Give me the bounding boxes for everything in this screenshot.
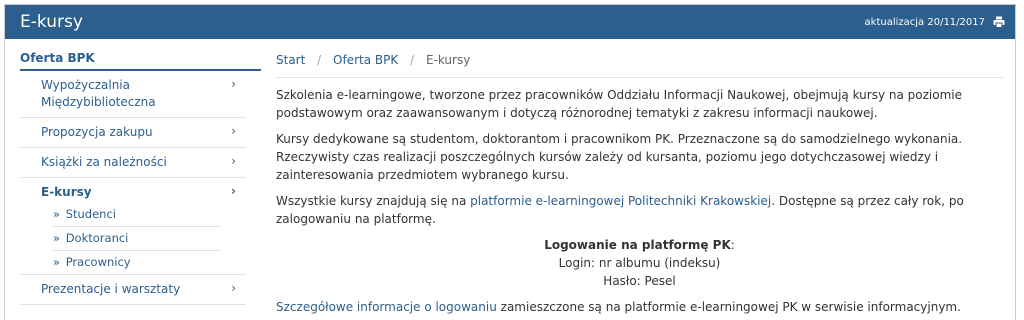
chevron-right-icon: › — [231, 77, 236, 91]
breadcrumb-separator: / — [410, 53, 415, 67]
breadcrumb: Start / Oferta BPK / E-kursy — [276, 48, 1003, 78]
main-content: Start / Oferta BPK / E-kursy Szkolenia e… — [261, 39, 1015, 320]
sidebar-item-label: E-kursy — [41, 185, 92, 199]
chevron-right-icon: › — [231, 124, 236, 138]
sidebar-item-prezentacje[interactable]: Prezentacje i warsztaty › — [20, 274, 246, 305]
page-title: E-kursy — [20, 12, 83, 32]
breadcrumb-oferta[interactable]: Oferta BPK — [333, 53, 398, 67]
platform-text-before: Wszystkie kursy znajdują się na — [276, 194, 471, 208]
subnav-item-label: Doktoranci — [65, 231, 129, 245]
sidebar-item-label: Książki za należności — [41, 155, 167, 169]
breadcrumb-start[interactable]: Start — [276, 53, 305, 67]
sidebar-item-wypozyczalnia[interactable]: Wypożyczalnia Międzybiblioteczna › — [20, 71, 246, 118]
chevron-right-icon: › — [231, 154, 236, 168]
login-details-link[interactable]: Szczegółowe informacje o logowaniu — [276, 300, 497, 314]
login-heading: Logowanie na platformę PK: — [276, 236, 1003, 254]
chevron-right-icon: › — [231, 281, 236, 295]
subnav-item-label: Studenci — [65, 207, 116, 221]
login-info: Logowanie na platformę PK: Login: nr alb… — [276, 236, 1003, 290]
bullet-icon: » — [53, 207, 61, 221]
sidebar-item-label: Prezentacje i warsztaty — [41, 282, 181, 296]
sidebar-subnav: » Studenci » Doktoranci » Pracownicy — [20, 203, 246, 274]
intro-paragraph: Szkolenia e-learningowe, tworzone przez … — [276, 88, 962, 120]
sidebar-subnav-wrapper: » Studenci » Doktoranci » Pracownicy — [20, 203, 246, 274]
login-colon: : — [730, 238, 735, 252]
sidebar: Oferta BPK Wypożyczalnia Międzybibliotec… — [5, 39, 261, 320]
update-date: aktualizacja 20/11/2017 — [864, 16, 985, 28]
password-line: Hasło: Pesel — [603, 274, 676, 288]
print-icon[interactable] — [993, 16, 1005, 28]
chevron-right-icon: › — [231, 184, 236, 198]
bullet-icon: » — [53, 231, 61, 245]
sidebar-nav: Wypożyczalnia Międzybiblioteczna › Propo… — [20, 71, 246, 305]
details-text-after: zamieszczone są na platformie e-learning… — [496, 300, 961, 314]
sidebar-heading[interactable]: Oferta BPK — [20, 48, 261, 71]
breadcrumb-separator: / — [317, 53, 322, 67]
breadcrumb-current: E-kursy — [425, 53, 471, 67]
page-frame: E-kursy aktualizacja 20/11/2017 Oferta B… — [4, 4, 1016, 320]
page-body: Oferta BPK Wypożyczalnia Międzybibliotec… — [5, 39, 1015, 320]
subnav-item-doktoranci[interactable]: » Doktoranci — [53, 227, 221, 251]
sidebar-item-ksiazki[interactable]: Książki za należności › — [20, 148, 246, 178]
page-header: E-kursy aktualizacja 20/11/2017 — [5, 5, 1015, 39]
platform-paragraph: Wszystkie kursy znajdują się na platform… — [276, 192, 1003, 228]
sidebar-item-label: Wypożyczalnia Międzybiblioteczna — [41, 78, 156, 109]
audience-paragraph: Kursy dedykowane są studentom, doktorant… — [276, 132, 963, 182]
bullet-icon: » — [53, 255, 61, 269]
platform-link[interactable]: platformie e-learningowej Politechniki K… — [470, 194, 771, 208]
header-meta: aktualizacja 20/11/2017 — [865, 16, 1005, 28]
details-paragraph: Szczegółowe informacje o logowaniu zamie… — [276, 298, 1003, 316]
sidebar-item-label: Propozycja zakupu — [41, 125, 153, 139]
login-line: Login: nr albumu (indeksu) — [558, 256, 721, 270]
subnav-item-studenci[interactable]: » Studenci — [53, 203, 221, 227]
login-title: Logowanie na platformę PK — [544, 238, 731, 252]
sidebar-item-propozycja[interactable]: Propozycja zakupu › — [20, 118, 246, 148]
subnav-item-label: Pracownicy — [65, 255, 131, 269]
subnav-item-pracownicy[interactable]: » Pracownicy — [53, 251, 221, 274]
sidebar-item-ekursy[interactable]: E-kursy › — [20, 178, 246, 203]
